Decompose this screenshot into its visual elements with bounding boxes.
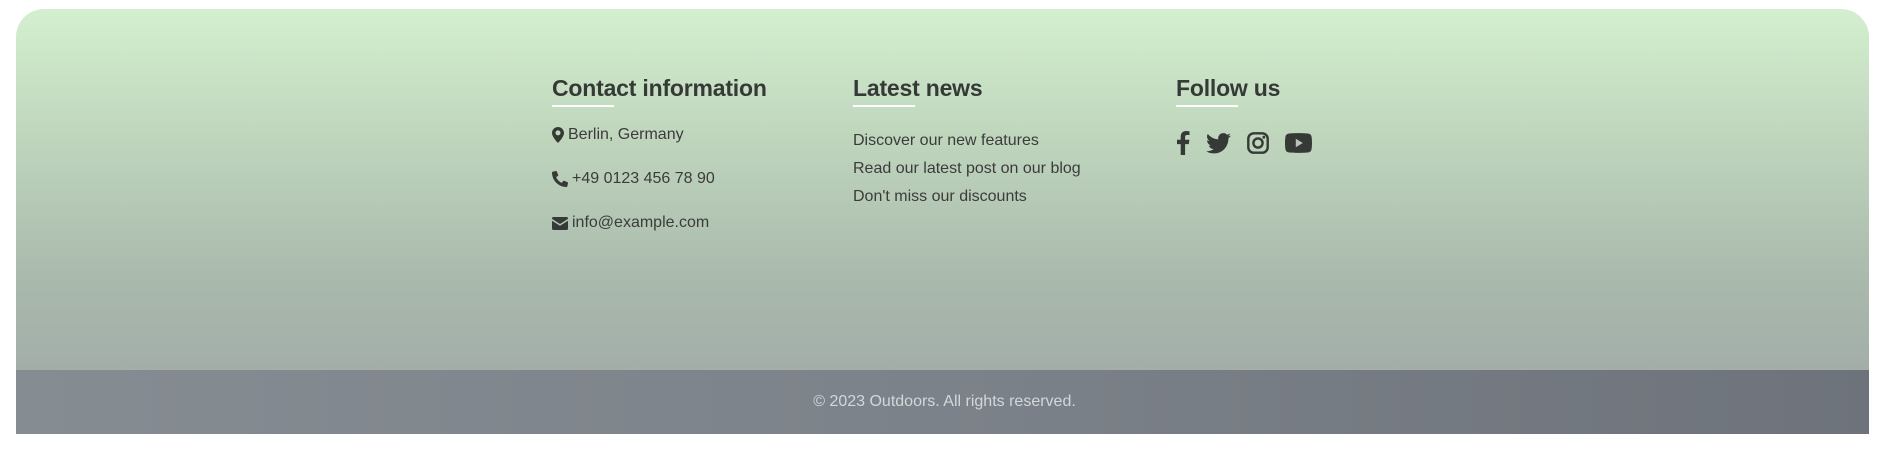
map-marker-icon [552,127,564,143]
contact-email-text[interactable]: info@example.com [572,214,709,232]
news-list: Discover our new features Read our lates… [853,127,1163,211]
contact-title: Contact information [552,75,767,101]
news-column: Latest news Discover our new features Re… [853,74,1163,211]
phone-icon [552,171,568,187]
contact-list: Berlin, Germany +49 0123 456 78 90 info@… [552,123,842,235]
news-title: Latest news [853,75,983,101]
footer-main: Contact information Berlin, Germany +49 … [16,9,1869,370]
contact-phone: +49 0123 456 78 90 [552,167,842,191]
follow-title-underline [1176,105,1238,107]
contact-column: Contact information Berlin, Germany +49 … [552,74,842,255]
contact-email: info@example.com [552,211,842,235]
contact-location: Berlin, Germany [552,123,842,147]
site-footer: Contact information Berlin, Germany +49 … [16,9,1869,434]
copyright-text: © 2023 Outdoors. All rights reserved. [813,393,1076,410]
news-link[interactable]: Don't miss our discounts [853,183,1163,211]
follow-title: Follow us [1176,75,1281,101]
contact-phone-text: +49 0123 456 78 90 [572,170,715,187]
contact-location-text: Berlin, Germany [568,126,684,143]
news-title-underline [853,105,915,107]
youtube-icon[interactable] [1285,130,1312,156]
follow-column: Follow us [1176,74,1426,156]
twitter-icon[interactable] [1206,130,1231,156]
facebook-icon[interactable] [1176,130,1190,156]
news-link[interactable]: Discover our new features [853,127,1163,155]
instagram-icon[interactable] [1247,130,1269,156]
news-link[interactable]: Read our latest post on our blog [853,155,1163,183]
footer-bottom-bar: © 2023 Outdoors. All rights reserved. [16,370,1869,434]
social-links [1176,130,1426,156]
contact-title-underline [552,105,614,107]
envelope-icon [552,216,568,230]
